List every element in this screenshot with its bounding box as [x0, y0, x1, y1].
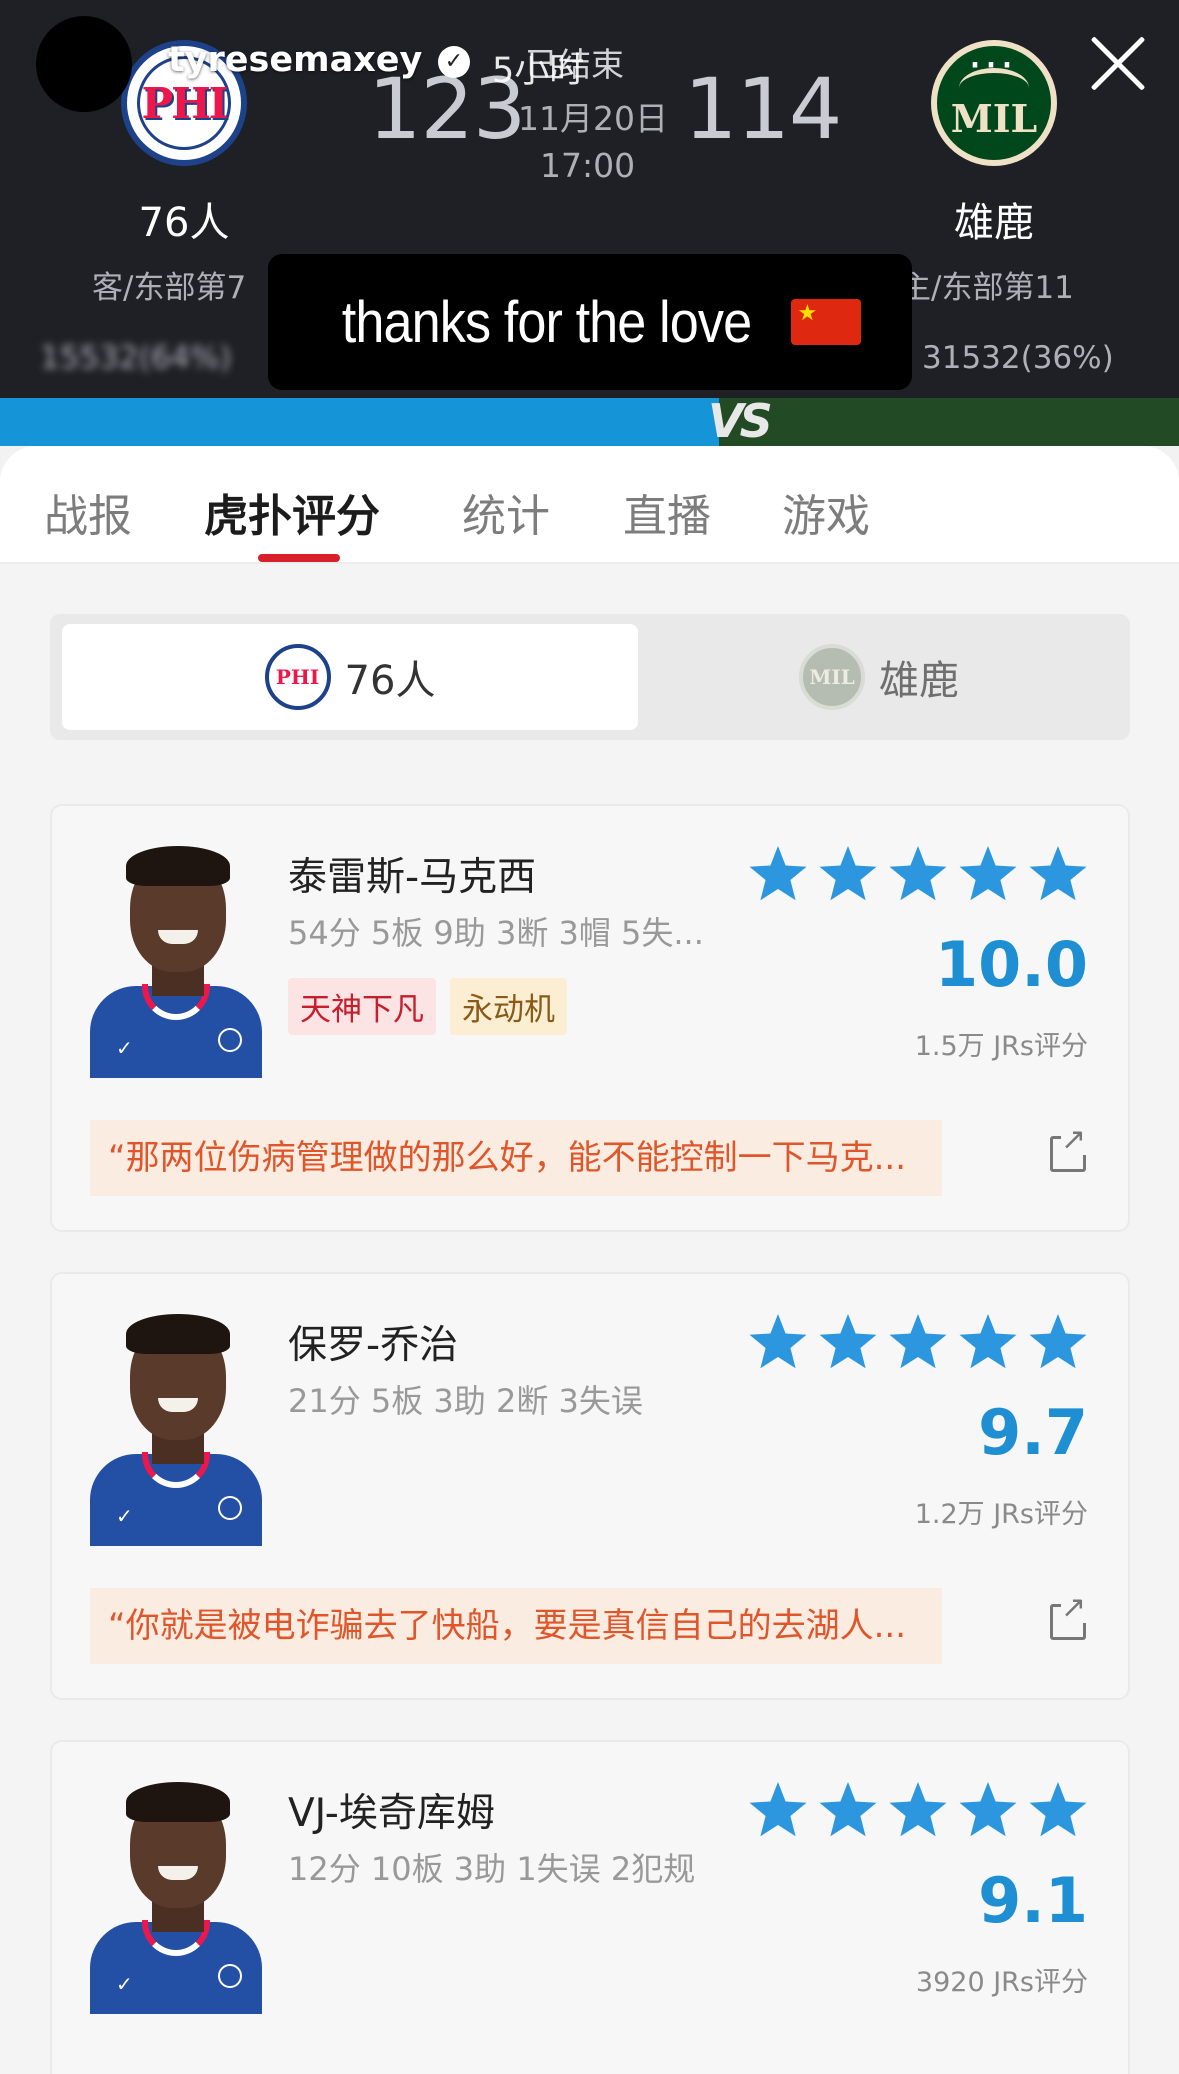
player-stats: 12分 10板 3助 1失误 2犯规: [288, 1850, 696, 1888]
76ers-mini-logo-icon: PHI: [264, 644, 331, 710]
star-rating[interactable]: [748, 844, 1088, 904]
more-options-icon[interactable]: ···: [968, 44, 1016, 88]
rating-count: 1.5万 JRs评分: [914, 1031, 1088, 1062]
player-card[interactable]: ✓ VJ-埃奇库姆 12分 10板 3助 1失误 2犯规 9.1 3920 JR…: [50, 1740, 1130, 2074]
close-icon[interactable]: [1088, 34, 1146, 92]
top-comment[interactable]: “你就是被电诈骗去了快船，要是真信自己的去湖人...: [90, 1588, 1090, 1664]
tab-live[interactable]: 直播: [623, 480, 711, 544]
top-comment[interactable]: “那两位伤病管理做的那么好，能不能控制一下马克...: [90, 1120, 1090, 1196]
star-icon[interactable]: [959, 846, 1017, 901]
away-team-name[interactable]: 雄鹿: [894, 190, 1094, 248]
game-date: 11月20日: [518, 99, 668, 138]
player-card[interactable]: ✓ 保罗-乔治 21分 5板 3助 2断 3失误 9.7 1.2万 JRs评分 …: [50, 1272, 1130, 1700]
tab-hupu-rating[interactable]: 虎扑评分: [204, 480, 380, 544]
player-photo: ✓: [90, 1782, 262, 2014]
comment-text: “你就是被电诈骗去了快船，要是真信自己的去湖人...: [90, 1588, 942, 1664]
home-team-name[interactable]: 76人: [84, 190, 284, 248]
story-avatar[interactable]: [36, 16, 132, 112]
home-support-count: 15532(64%): [40, 340, 232, 376]
support-ratio-bar: [0, 398, 1179, 446]
player-tags: 天神下凡 永动机: [288, 978, 567, 1035]
star-icon[interactable]: [959, 1782, 1017, 1837]
player-rating: 9.1: [978, 1864, 1088, 1937]
team-switch-bucks[interactable]: MIL 雄鹿: [640, 624, 1118, 730]
story-caption: thanks for the love: [268, 254, 912, 390]
screen: PHI MIL 76人 雄鹿 客/东部第7 主/东部第11 15532(64%)…: [0, 0, 1179, 2074]
star-icon[interactable]: [819, 1782, 877, 1837]
story-caption-text: thanks for the love: [341, 289, 751, 355]
comment-text: “那两位伤病管理做的那么好，能不能控制一下马克...: [90, 1120, 942, 1196]
star-icon[interactable]: [749, 1782, 807, 1837]
star-icon[interactable]: [749, 1314, 807, 1369]
tab-stats[interactable]: 统计: [462, 480, 550, 544]
star-icon[interactable]: [889, 846, 947, 901]
star-icon[interactable]: [1029, 846, 1087, 901]
player-name: 保罗-乔治: [288, 1323, 459, 1368]
verified-badge-icon: ✓: [438, 46, 470, 78]
star-icon[interactable]: [889, 1782, 947, 1837]
tab-bar: 战报 虎扑评分 统计 直播 游戏: [0, 446, 1179, 564]
home-team-rank: 客/东部第7: [92, 270, 247, 306]
star-icon[interactable]: [889, 1314, 947, 1369]
team-switch-76ers[interactable]: PHI 76人: [62, 624, 638, 730]
china-flag-icon: [791, 299, 862, 345]
player-stats: 54分 5板 9助 3断 3帽 5失...: [288, 914, 704, 952]
player-photo: ✓: [90, 846, 262, 1078]
player-tag: 天神下凡: [288, 978, 436, 1035]
share-icon[interactable]: [1050, 1125, 1087, 1172]
player-name: VJ-埃奇库姆: [288, 1791, 495, 1836]
story-timestamp: 5小时: [492, 51, 585, 91]
away-team-rank: 主/东部第11: [900, 270, 1074, 306]
star-rating[interactable]: [748, 1312, 1088, 1372]
rating-count: 3920 JRs评分: [915, 1967, 1088, 1998]
share-icon[interactable]: [1050, 1593, 1087, 1640]
scoreboard-header: PHI MIL 76人 雄鹿 客/东部第7 主/东部第11 15532(64%)…: [0, 0, 1179, 400]
star-icon[interactable]: [1029, 1314, 1087, 1369]
bucks-mini-logo-icon: MIL: [799, 644, 865, 710]
game-time: 17:00: [540, 146, 636, 185]
player-card[interactable]: ✓ 泰雷斯-马克西 54分 5板 9助 3断 3帽 5失... 天神下凡 永动机…: [50, 804, 1130, 1232]
vs-label: VS: [708, 394, 773, 448]
star-rating[interactable]: [748, 1780, 1088, 1840]
star-icon[interactable]: [1029, 1782, 1087, 1837]
player-name: 泰雷斯-马克西: [288, 855, 537, 900]
tab-games[interactable]: 游戏: [782, 480, 870, 544]
star-icon[interactable]: [749, 846, 807, 901]
story-username[interactable]: tyresemaxey: [168, 40, 422, 80]
player-tag: 永动机: [450, 978, 567, 1035]
player-rating: 10.0: [935, 928, 1088, 1001]
rating-count: 1.2万 JRs评分: [914, 1499, 1088, 1530]
star-icon[interactable]: [959, 1314, 1017, 1369]
away-score: 114: [684, 60, 842, 158]
star-icon[interactable]: [819, 1314, 877, 1369]
active-tab-indicator: [258, 554, 340, 562]
player-photo: ✓: [90, 1314, 262, 1546]
star-icon[interactable]: [819, 846, 877, 901]
team-switcher: PHI 76人 MIL 雄鹿: [50, 614, 1130, 740]
tab-report[interactable]: 战报: [44, 480, 132, 544]
away-support-count: 31532(36%): [922, 340, 1114, 376]
player-stats: 21分 5板 3助 2断 3失误: [288, 1382, 643, 1420]
content-sheet: 战报 虎扑评分 统计 直播 游戏 PHI 76人 MIL 雄鹿 ✓ 泰雷斯-马克…: [0, 446, 1179, 2074]
player-rating: 9.7: [978, 1396, 1088, 1469]
